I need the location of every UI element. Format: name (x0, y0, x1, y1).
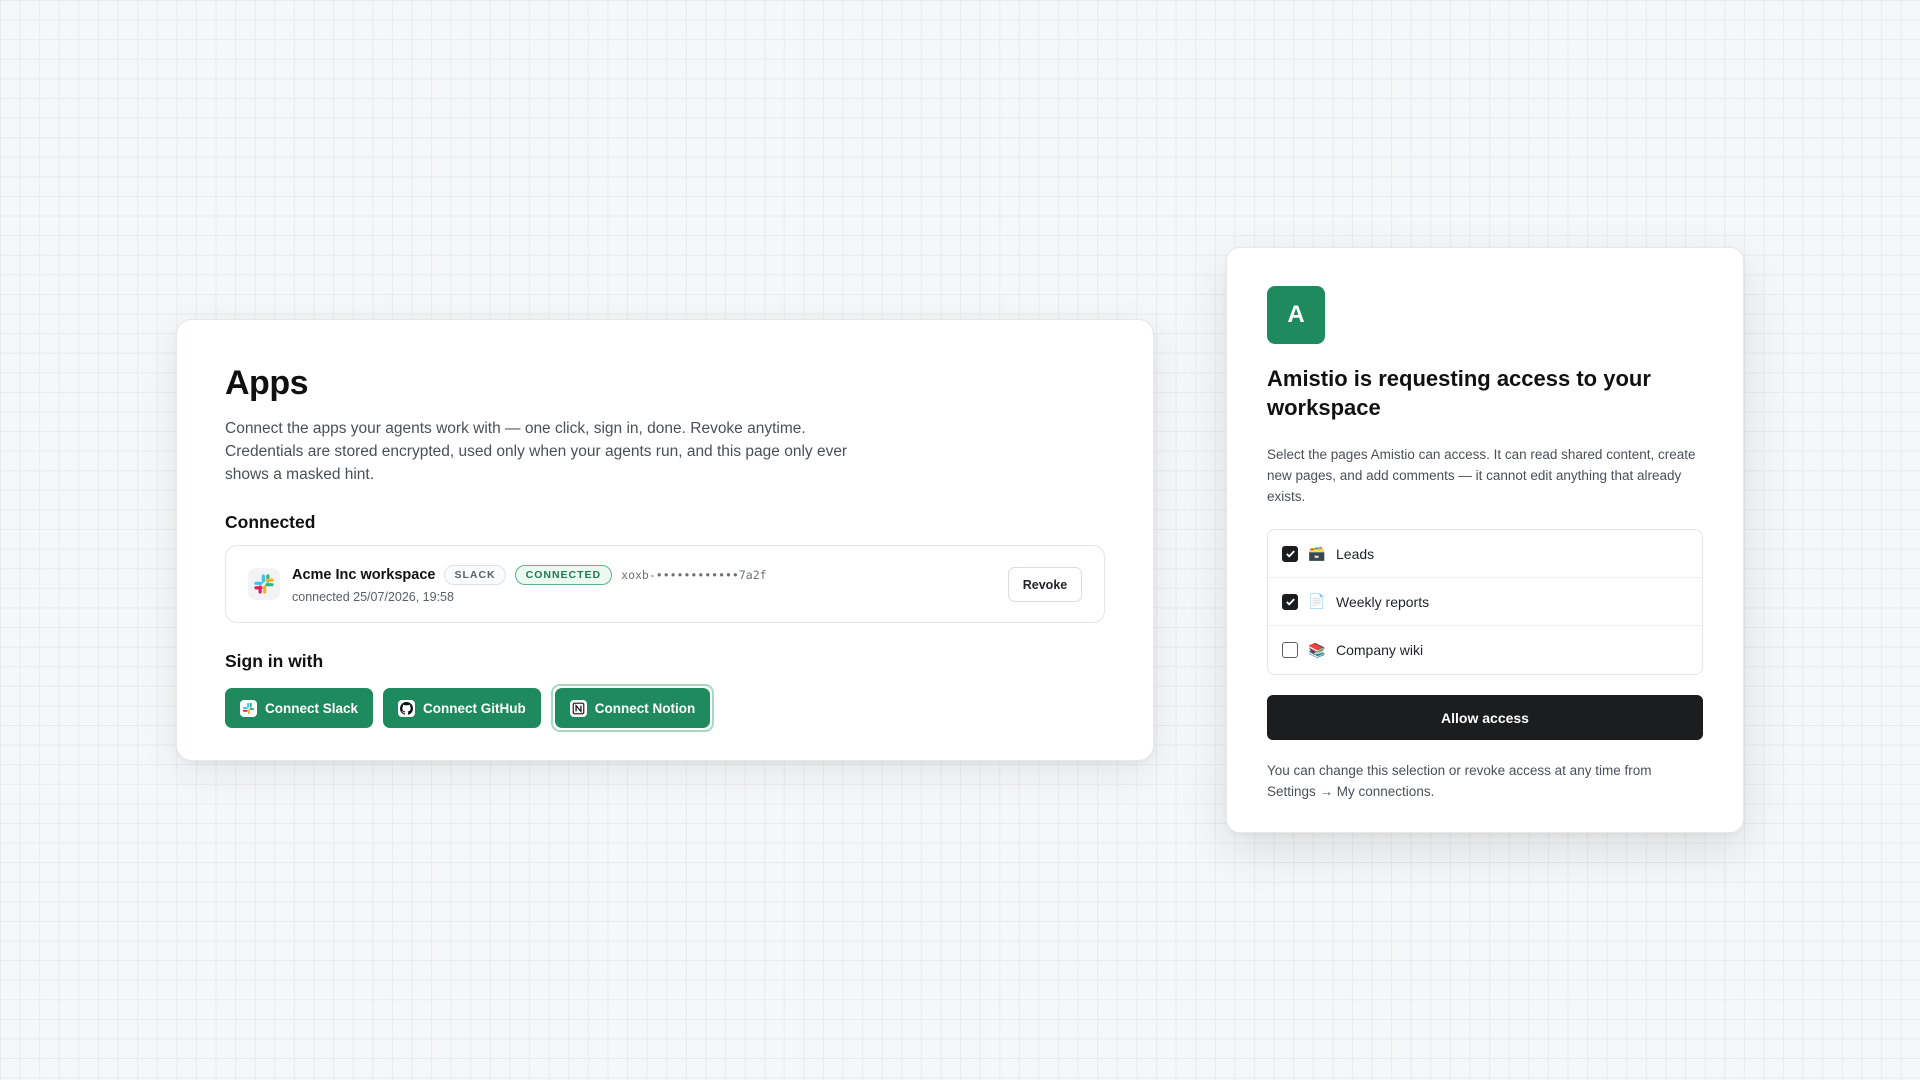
apps-description-line: Connect the apps your agents work with —… (225, 420, 806, 437)
connect-github-label: Connect GitHub (423, 700, 526, 716)
connect-slack-label: Connect Slack (265, 700, 359, 716)
focus-ring: Connect Notion (550, 684, 715, 732)
page-label: Company wiki (1336, 642, 1424, 658)
connection-details: Acme Inc workspace SLACK CONNECTED xoxb-… (292, 564, 767, 604)
slack-icon (248, 568, 280, 600)
status-badge: CONNECTED (514, 564, 613, 585)
signin-buttons: Connect Slack Connect GitHub Connect Not… (225, 684, 1105, 732)
token-hint: xoxb-••••••••••••7a2f (621, 567, 767, 582)
page-option-leads[interactable]: 🗃️ Leads (1268, 530, 1702, 578)
connection-name: Acme Inc workspace (292, 566, 436, 583)
checkbox-checked[interactable] (1282, 593, 1298, 610)
page-document-icon: 📄 (1308, 593, 1326, 609)
checkbox-unchecked[interactable] (1282, 642, 1298, 658)
consent-description: Select the pages Amistio can access. It … (1267, 447, 1696, 504)
connect-notion-label: Connect Notion (594, 700, 696, 716)
app-avatar: A (1267, 286, 1325, 344)
slack-icon (240, 699, 257, 717)
apps-description: Connect the apps your agents work with —… (225, 417, 905, 486)
consent-footer: You can change this selection or revoke … (1267, 763, 1652, 799)
card-index-icon: 🗃️ (1308, 545, 1326, 561)
apps-description-line: shows a masked hint. (225, 466, 375, 483)
signin-heading: Sign in with (225, 651, 324, 671)
connection-row: Acme Inc workspace SLACK CONNECTED xoxb-… (225, 545, 1105, 623)
revoke-button[interactable]: Revoke (1008, 567, 1082, 602)
consent-dialog: A Amistio is requesting access to your w… (1226, 247, 1744, 833)
page-label: Leads (1336, 545, 1375, 562)
page-selection-list: 🗃️ Leads 📄 Weekly reports 📚 Company wiki (1267, 529, 1703, 675)
connected-timestamp: connected 25/07/2026, 19:58 (292, 589, 454, 604)
page-label: Weekly reports (1336, 593, 1430, 610)
page-title: Apps (225, 364, 309, 402)
page-option-company-wiki[interactable]: 📚 Company wiki (1268, 626, 1702, 674)
connected-heading: Connected (225, 512, 316, 532)
connect-slack-button[interactable]: Connect Slack (225, 688, 374, 728)
connect-notion-button[interactable]: Connect Notion (554, 688, 711, 728)
consent-title: Amistio is requesting access to your wor… (1267, 366, 1651, 420)
github-icon (398, 699, 416, 717)
books-icon: 📚 (1308, 641, 1326, 658)
connect-github-button[interactable]: Connect GitHub (383, 688, 541, 728)
page-option-weekly-reports[interactable]: 📄 Weekly reports (1268, 578, 1702, 626)
apps-description-line: Credentials are stored encrypted, used o… (225, 443, 848, 460)
apps-card: Apps Connect the apps your agents work w… (176, 319, 1154, 761)
checkbox-checked[interactable] (1282, 545, 1298, 562)
notion-icon (569, 699, 587, 717)
allow-access-button[interactable]: Allow access (1267, 695, 1703, 740)
provider-tag: SLACK (444, 564, 506, 585)
